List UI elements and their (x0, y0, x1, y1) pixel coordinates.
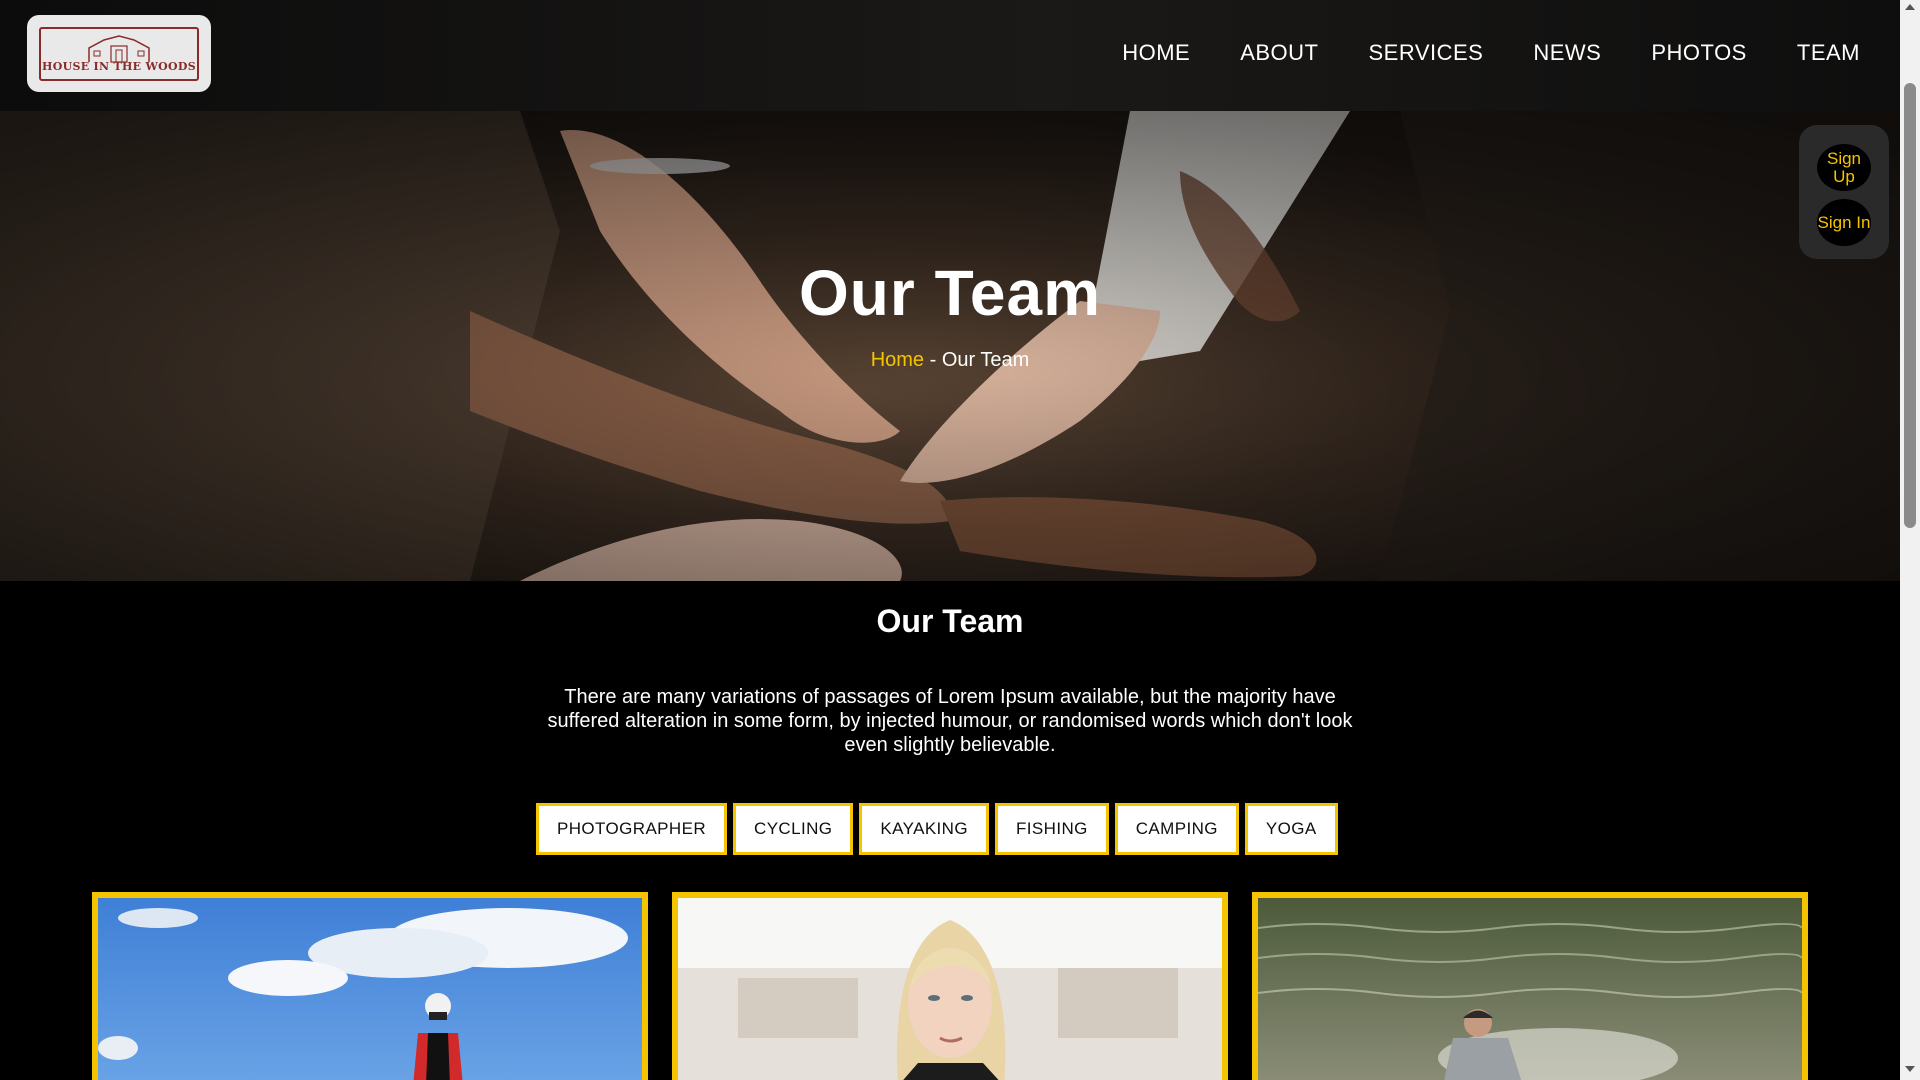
team-card-kayaker[interactable] (1252, 892, 1808, 1080)
scrollbar-thumb[interactable] (1904, 83, 1916, 528)
woman-portrait-photo (678, 898, 1222, 1080)
section-description: There are many variations of passages of… (547, 686, 1353, 756)
section-title: Our Team (876, 603, 1024, 639)
team-filter-bar: PHOTOGRAPHER CYCLING KAYAKING FISHING CA… (536, 803, 1338, 855)
site-logo[interactable]: HOUSE IN THE WOODS (27, 15, 211, 92)
sign-up-button[interactable]: Sign Up (1817, 144, 1871, 191)
house-icon (88, 34, 150, 63)
scroll-up-icon[interactable] (1905, 4, 1915, 10)
scroll-down-icon[interactable] (1905, 1066, 1915, 1072)
nav-team[interactable]: TEAM (1797, 40, 1860, 66)
nav-photos[interactable]: PHOTOS (1651, 40, 1747, 66)
hero-banner: Our Team Home - Our Team (0, 111, 1900, 581)
main-nav: HOME ABOUT SERVICES NEWS PHOTOS TEAM (1122, 40, 1860, 66)
breadcrumb-current: Our Team (941, 349, 1030, 371)
breadcrumb-home-link[interactable]: Home (871, 349, 924, 371)
team-card-cyclist[interactable] (92, 892, 648, 1080)
nav-home[interactable]: HOME (1122, 40, 1190, 66)
auth-panel: Sign Up Sign In (1799, 125, 1889, 259)
filter-cycling[interactable]: CYCLING (733, 803, 854, 855)
kayaker-photo (1258, 898, 1802, 1080)
filter-fishing[interactable]: FISHING (995, 803, 1109, 855)
nav-services[interactable]: SERVICES (1369, 40, 1484, 66)
filter-yoga[interactable]: YOGA (1244, 803, 1338, 855)
breadcrumb-separator: - (924, 349, 942, 371)
filter-photographer[interactable]: PHOTOGRAPHER (536, 803, 728, 855)
hero-title: Our Team (799, 257, 1101, 329)
site-header: HOUSE IN THE WOODS HOME ABOUT SERVICES N… (0, 0, 1900, 111)
sign-in-button[interactable]: Sign In (1817, 199, 1871, 246)
nav-about[interactable]: ABOUT (1240, 40, 1318, 66)
hero-hands-image (0, 111, 1900, 581)
cyclist-photo (98, 898, 642, 1080)
filter-camping[interactable]: CAMPING (1114, 803, 1239, 855)
breadcrumb: Home - Our Team (0, 349, 1900, 372)
page-scrollbar[interactable] (1900, 0, 1920, 1080)
filter-kayaking[interactable]: KAYAKING (859, 803, 989, 855)
logo-frame: HOUSE IN THE WOODS (39, 26, 199, 81)
nav-news[interactable]: NEWS (1533, 40, 1601, 66)
team-card-photographer[interactable] (672, 892, 1228, 1080)
